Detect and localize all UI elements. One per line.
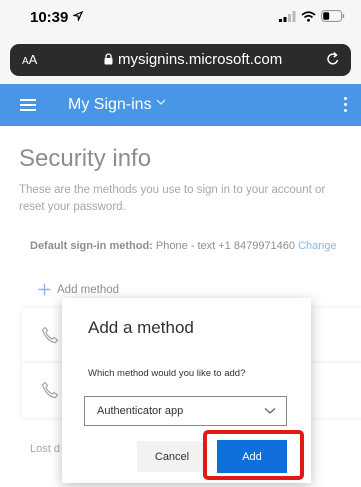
url-text[interactable]: mysignins.microsoft.com <box>118 51 282 68</box>
signal-icon <box>279 10 296 22</box>
chevron-down-icon[interactable] <box>156 99 166 106</box>
dialog-question: Which method would you like to add? <box>88 368 246 379</box>
address-bar[interactable]: AA mysignins.microsoft.com <box>10 44 351 76</box>
browser-toolbar: AA mysignins.microsoft.com <box>0 36 361 84</box>
lock-icon <box>104 53 113 65</box>
dialog-title: Add a method <box>88 318 194 337</box>
chevron-down-icon <box>264 408 276 414</box>
status-icons <box>279 10 345 22</box>
app-header: My Sign-ins <box>0 84 361 126</box>
wifi-icon <box>301 10 316 22</box>
hamburger-menu-icon[interactable] <box>20 99 36 111</box>
status-time: 10:39 <box>30 9 69 26</box>
location-arrow-icon <box>73 11 83 21</box>
method-select[interactable]: Authenticator app <box>84 396 287 426</box>
add-button-highlight <box>203 430 304 480</box>
battery-icon <box>321 10 345 22</box>
more-options-icon[interactable] <box>344 97 347 112</box>
method-select-value: Authenticator app <box>97 405 184 417</box>
cancel-button[interactable]: Cancel <box>137 441 207 472</box>
app-title[interactable]: My Sign-ins <box>68 96 152 114</box>
text-size-button[interactable]: AA <box>22 52 37 67</box>
reload-icon[interactable] <box>325 51 341 67</box>
status-bar: 10:39 <box>0 0 361 36</box>
